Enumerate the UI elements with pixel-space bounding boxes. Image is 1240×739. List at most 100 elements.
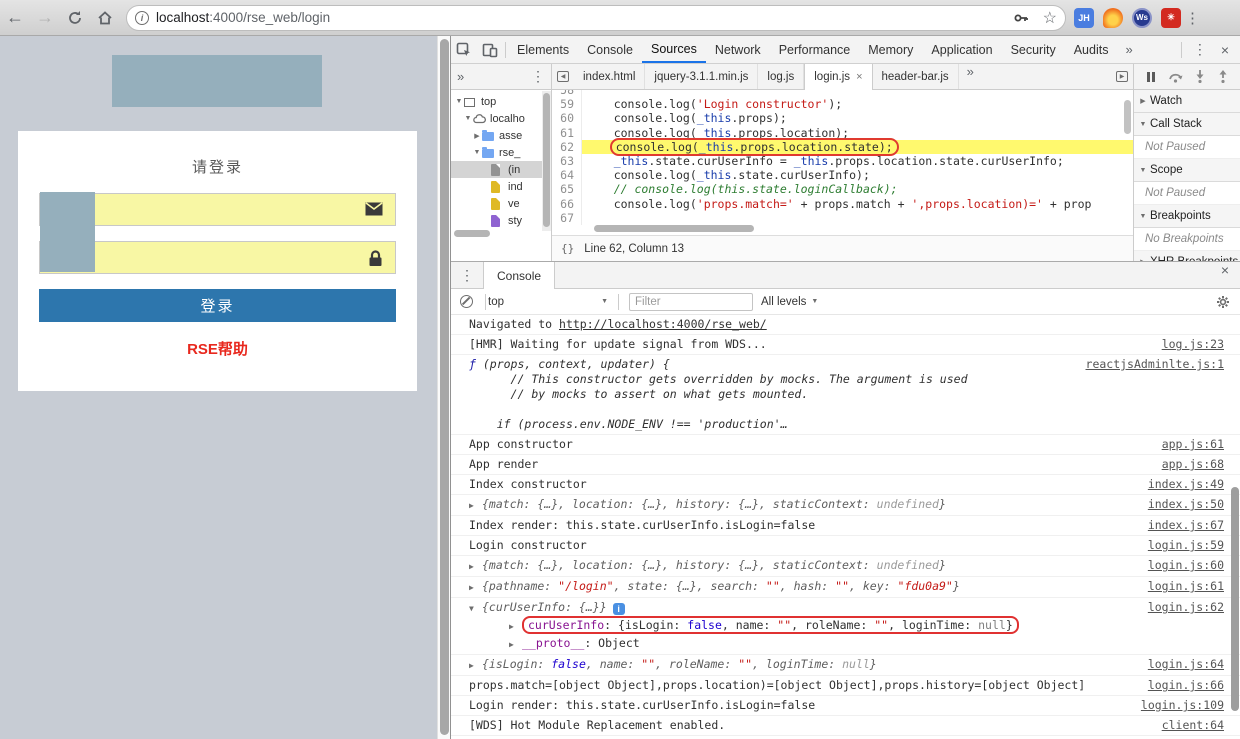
tab-console-drawer[interactable]: Console (483, 262, 555, 289)
extension-red-icon[interactable]: ✳ (1161, 8, 1181, 28)
line-number[interactable]: 60 (552, 111, 582, 125)
tree-item-ve[interactable]: ve (451, 195, 551, 212)
navigator-more-tabs-icon[interactable]: » (457, 69, 464, 84)
expand-triangle-icon[interactable]: ▶ (469, 559, 482, 574)
console-source-link[interactable]: login.js:61 (1148, 579, 1224, 594)
console-source-link[interactable]: app.js:68 (1162, 457, 1224, 472)
more-file-tabs-icon[interactable]: » (959, 64, 982, 89)
navigator-menu-icon[interactable]: ⋮ (531, 68, 545, 85)
line-number[interactable]: 65 (552, 182, 582, 196)
editor-hscrollbar[interactable] (594, 225, 754, 232)
file-tab-header-bar.js[interactable]: header-bar.js (873, 64, 959, 89)
log-level-selector[interactable]: All levels ▼ (761, 296, 818, 308)
tab-sources[interactable]: Sources (642, 36, 706, 63)
code-line-59[interactable]: 59 console.log('Login constructor'); (552, 97, 1133, 111)
code-line-67[interactable]: 67 (552, 211, 1133, 225)
address-bar[interactable]: i localhost:4000/rse_web/login ☆ (126, 5, 1066, 31)
expand-triangle-icon[interactable]: ▶ (469, 580, 482, 595)
console-settings-gear-icon[interactable] (1216, 295, 1230, 309)
expand-triangle-icon[interactable]: ▶ (509, 637, 522, 652)
inspect-element-icon[interactable] (451, 37, 477, 63)
console-filter-input[interactable] (629, 293, 753, 311)
extension-flame-icon[interactable] (1103, 8, 1123, 28)
file-tab-log.js[interactable]: log.js (758, 64, 804, 89)
code-line-62[interactable]: 62 console.log(_this.props.location.stat… (552, 140, 1133, 154)
code-line-60[interactable]: 60 console.log(_this.props); (552, 111, 1133, 125)
navigator-hscrollbar[interactable] (454, 230, 490, 237)
navigator-vscrollbar[interactable] (542, 91, 551, 231)
tree-item-asse[interactable]: ▶asse (451, 127, 551, 144)
console-source-link[interactable]: login.js:60 (1148, 558, 1224, 573)
tab-security[interactable]: Security (1002, 36, 1065, 63)
info-badge-icon[interactable]: i (613, 603, 625, 615)
file-tab-jquery-3.1.1.min.js[interactable]: jquery-3.1.1.min.js (645, 64, 758, 89)
console-source-link[interactable]: index.js:49 (1148, 477, 1224, 492)
code-line-58[interactable]: 58 (552, 90, 1133, 97)
tab-audits[interactable]: Audits (1065, 36, 1118, 63)
step-into-icon[interactable] (1194, 70, 1206, 83)
context-selector[interactable]: top ▼ (488, 296, 616, 308)
console-source-link[interactable]: login.js:59 (1148, 538, 1224, 553)
close-tab-icon[interactable]: × (856, 71, 862, 83)
code-editor[interactable]: 58 59 console.log('Login constructor');6… (552, 90, 1133, 235)
tree-item-rse[interactable]: ▼rse_ (451, 144, 551, 161)
line-number[interactable]: 58 (552, 90, 582, 97)
console-scrollbar-thumb[interactable] (1231, 487, 1239, 711)
line-number[interactable]: 61 (552, 126, 582, 140)
tab-application[interactable]: Application (922, 36, 1001, 63)
line-number[interactable]: 66 (552, 197, 582, 211)
line-number[interactable]: 59 (552, 97, 582, 111)
line-number[interactable]: 62 (552, 140, 582, 154)
more-tabs-icon[interactable]: » (1117, 42, 1140, 57)
file-tab-index.html[interactable]: index.html (574, 64, 645, 89)
code-line-63[interactable]: 63 _this.state.curUserInfo = _this.props… (552, 154, 1133, 168)
console-source-link[interactable]: reactjsAdminlte.js:1 (1086, 357, 1224, 372)
step-out-icon[interactable] (1217, 70, 1229, 83)
home-icon[interactable] (90, 4, 120, 32)
pretty-print-icon[interactable]: {} (561, 242, 574, 255)
step-over-icon[interactable] (1168, 71, 1184, 83)
console-source-link[interactable]: login.js:66 (1148, 678, 1224, 693)
tab-performance[interactable]: Performance (770, 36, 860, 63)
console-source-link[interactable]: client:64 (1162, 718, 1224, 733)
console-source-link[interactable]: login.js:62 (1148, 600, 1224, 615)
console-source-link[interactable]: login.js:109 (1141, 698, 1224, 713)
tab-console[interactable]: Console (578, 36, 642, 63)
sidebar-section-breakpoints[interactable]: ▼Breakpoints (1134, 205, 1240, 228)
tab-memory[interactable]: Memory (859, 36, 922, 63)
devtools-menu-icon[interactable]: ⋮ (1184, 41, 1216, 58)
tab-network[interactable]: Network (706, 36, 770, 63)
expand-triangle-icon[interactable]: ▶ (469, 498, 482, 513)
code-line-66[interactable]: 66 console.log('props.match=' + props.ma… (552, 197, 1133, 211)
tree-item-in[interactable]: (in (451, 161, 551, 178)
extension-jh-icon[interactable]: JH (1074, 8, 1094, 28)
sidebar-section-watch[interactable]: ▶Watch (1134, 90, 1240, 113)
tree-item-sty[interactable]: sty (451, 212, 551, 229)
line-number[interactable]: 63 (552, 154, 582, 168)
console-source-link[interactable]: log.js:23 (1162, 337, 1224, 352)
show-navigator-icon[interactable]: ◀ (552, 64, 574, 89)
line-number[interactable]: 67 (552, 211, 582, 225)
code-line-65[interactable]: 65 // console.log(this.state.loginCallba… (552, 182, 1133, 196)
clear-console-icon[interactable] (460, 295, 473, 308)
console-source-link[interactable]: app.js:61 (1162, 437, 1224, 452)
devtools-close-icon[interactable]: × (1216, 42, 1240, 58)
extension-ws-icon[interactable]: Ws (1132, 8, 1152, 28)
show-debugger-icon[interactable]: ▶ (1111, 64, 1133, 89)
tree-item-ind[interactable]: ind (451, 178, 551, 195)
drawer-close-icon[interactable]: × (1216, 262, 1240, 288)
login-button[interactable]: 登录 (39, 289, 396, 322)
sidebar-section-call-stack[interactable]: ▼Call Stack (1134, 113, 1240, 136)
file-tab-login.js[interactable]: login.js× (804, 64, 872, 90)
tab-elements[interactable]: Elements (508, 36, 578, 63)
back-icon[interactable]: ← (0, 4, 30, 32)
help-link[interactable]: RSE帮助 (18, 338, 417, 359)
browser-menu-icon[interactable]: ⋮ (1181, 9, 1210, 27)
expand-triangle-icon[interactable]: ▼ (469, 601, 482, 616)
sidebar-section-scope[interactable]: ▼Scope (1134, 159, 1240, 182)
code-line-64[interactable]: 64 console.log(_this.state.curUserInfo); (552, 168, 1133, 182)
tree-item-top[interactable]: ▼top (451, 93, 551, 110)
page-scrollbar-thumb[interactable] (440, 39, 449, 735)
expand-triangle-icon[interactable]: ▶ (509, 619, 522, 634)
bookmark-star-icon[interactable]: ☆ (1043, 8, 1057, 28)
